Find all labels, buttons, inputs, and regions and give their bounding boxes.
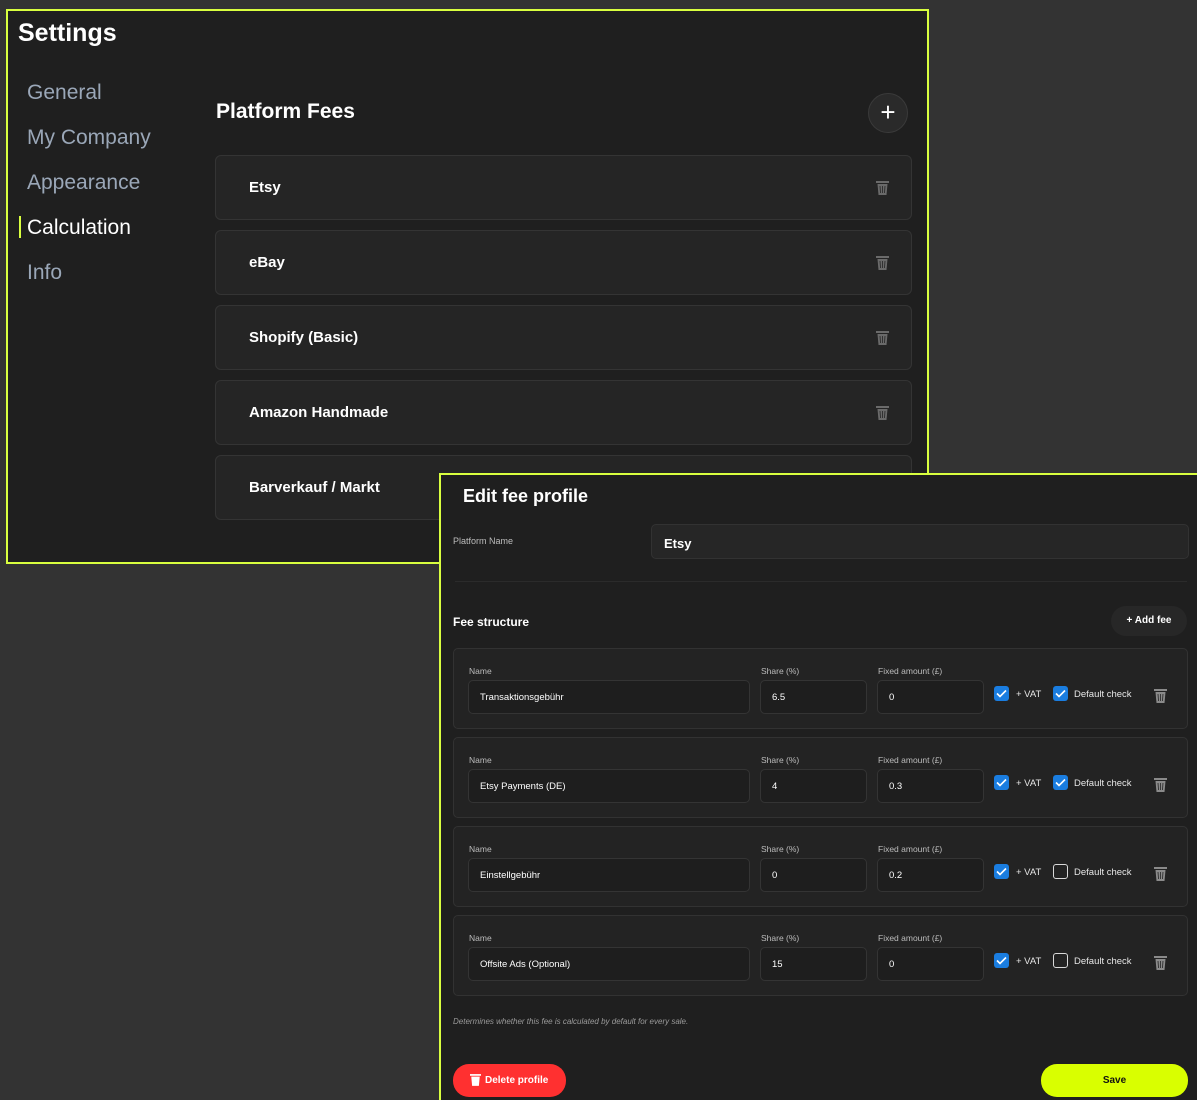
divider <box>455 581 1187 582</box>
add-fee-button[interactable]: + Add fee <box>1111 606 1187 636</box>
platform-name: Shopify (Basic) <box>249 329 359 346</box>
share-label: Share (%) <box>761 755 800 765</box>
vat-label: + VAT <box>1016 689 1042 700</box>
nav-item-general[interactable]: General <box>8 75 151 120</box>
settings-title: Settings <box>18 19 117 47</box>
default-check-checkbox[interactable] <box>1053 775 1068 790</box>
save-button[interactable]: Save <box>1041 1064 1188 1097</box>
platform-name: eBay <box>249 254 285 271</box>
fee-fixed-input[interactable]: 0.2 <box>877 858 984 892</box>
fee-fixed-input[interactable]: 0 <box>877 680 984 714</box>
vat-checkbox[interactable] <box>994 864 1009 879</box>
trash-icon[interactable] <box>1154 867 1167 881</box>
fixed-amount-label: Fixed amount (£) <box>878 755 943 765</box>
edit-fee-profile-dialog: Edit fee profile Platform Name Etsy Fee … <box>439 473 1197 1100</box>
platform-name: Etsy <box>249 179 281 196</box>
platform-name: Barverkauf / Markt <box>249 479 380 496</box>
default-check-checkbox[interactable] <box>1053 686 1068 701</box>
nav-item-info[interactable]: Info <box>8 255 151 300</box>
name-label: Name <box>469 844 492 854</box>
trash-icon[interactable] <box>876 331 889 345</box>
share-label: Share (%) <box>761 933 800 943</box>
platform-name-input[interactable]: Etsy <box>651 524 1189 559</box>
name-label: Name <box>469 666 492 676</box>
vat-checkbox[interactable] <box>994 686 1009 701</box>
delete-profile-label: Delete profile <box>485 1075 549 1086</box>
plus-icon: + <box>880 97 896 127</box>
default-check-label: Default check <box>1074 689 1132 700</box>
vat-label: + VAT <box>1016 778 1042 789</box>
nav-item-appearance[interactable]: Appearance <box>8 165 151 210</box>
default-check-label: Default check <box>1074 867 1132 878</box>
fee-list: Name Transaktionsgebühr Share (%) 6.5 Fi… <box>453 648 1188 1004</box>
fee-name-input[interactable]: Transaktionsgebühr <box>468 680 750 714</box>
default-check-label: Default check <box>1074 956 1132 967</box>
settings-nav: General My Company Appearance Calculatio… <box>8 75 151 300</box>
check-icon <box>996 778 1007 787</box>
trash-icon[interactable] <box>1154 956 1167 970</box>
name-label: Name <box>469 933 492 943</box>
platform-card-shopify[interactable]: Shopify (Basic) <box>215 305 912 370</box>
trash-icon[interactable] <box>876 256 889 270</box>
platform-name: Amazon Handmade <box>249 404 389 421</box>
share-label: Share (%) <box>761 844 800 854</box>
trash-icon[interactable] <box>1154 778 1167 792</box>
dialog-title: Edit fee profile <box>463 486 589 506</box>
vat-label: + VAT <box>1016 956 1042 967</box>
vat-label: + VAT <box>1016 867 1042 878</box>
fee-row: Name Etsy Payments (DE) Share (%) 4 Fixe… <box>453 737 1188 818</box>
nav-item-calculation[interactable]: Calculation <box>8 210 151 255</box>
trash-icon[interactable] <box>876 181 889 195</box>
add-platform-button[interactable]: + <box>868 93 908 133</box>
fixed-amount-label: Fixed amount (£) <box>878 933 943 943</box>
trash-icon[interactable] <box>1154 689 1167 703</box>
fee-row: Name Offsite Ads (Optional) Share (%) 15… <box>453 915 1188 996</box>
delete-profile-button[interactable]: Delete profile <box>453 1064 566 1097</box>
fee-fixed-input[interactable]: 0.3 <box>877 769 984 803</box>
fee-share-input[interactable]: 4 <box>760 769 867 803</box>
fee-name-input[interactable]: Einstellgebühr <box>468 858 750 892</box>
fee-name-input[interactable]: Offsite Ads (Optional) <box>468 947 750 981</box>
fee-row: Name Einstellgebühr Share (%) 0 Fixed am… <box>453 826 1188 907</box>
trash-icon <box>470 1074 481 1086</box>
vat-checkbox[interactable] <box>994 953 1009 968</box>
vat-checkbox[interactable] <box>994 775 1009 790</box>
check-icon <box>996 867 1007 876</box>
default-check-hint: Determines whether this fee is calculate… <box>453 1017 689 1026</box>
fixed-amount-label: Fixed amount (£) <box>878 844 943 854</box>
share-label: Share (%) <box>761 666 800 676</box>
platform-card-amazon-handmade[interactable]: Amazon Handmade <box>215 380 912 445</box>
check-icon <box>996 689 1007 698</box>
default-check-label: Default check <box>1074 778 1132 789</box>
fee-share-input[interactable]: 6.5 <box>760 680 867 714</box>
nav-item-my-company[interactable]: My Company <box>8 120 151 165</box>
fee-row: Name Transaktionsgebühr Share (%) 6.5 Fi… <box>453 648 1188 729</box>
fee-structure-title: Fee structure <box>453 615 530 629</box>
platform-card-ebay[interactable]: eBay <box>215 230 912 295</box>
fee-fixed-input[interactable]: 0 <box>877 947 984 981</box>
fee-share-input[interactable]: 15 <box>760 947 867 981</box>
trash-icon[interactable] <box>876 406 889 420</box>
platform-fees-title: Platform Fees <box>216 100 355 123</box>
check-icon <box>996 956 1007 965</box>
fixed-amount-label: Fixed amount (£) <box>878 666 943 676</box>
name-label: Name <box>469 755 492 765</box>
check-icon <box>1055 689 1066 698</box>
default-check-checkbox[interactable] <box>1053 953 1068 968</box>
check-icon <box>1055 778 1066 787</box>
fee-share-input[interactable]: 0 <box>760 858 867 892</box>
fee-name-input[interactable]: Etsy Payments (DE) <box>468 769 750 803</box>
platform-name-label: Platform Name <box>453 536 514 546</box>
default-check-checkbox[interactable] <box>1053 864 1068 879</box>
platform-card-etsy[interactable]: Etsy <box>215 155 912 220</box>
